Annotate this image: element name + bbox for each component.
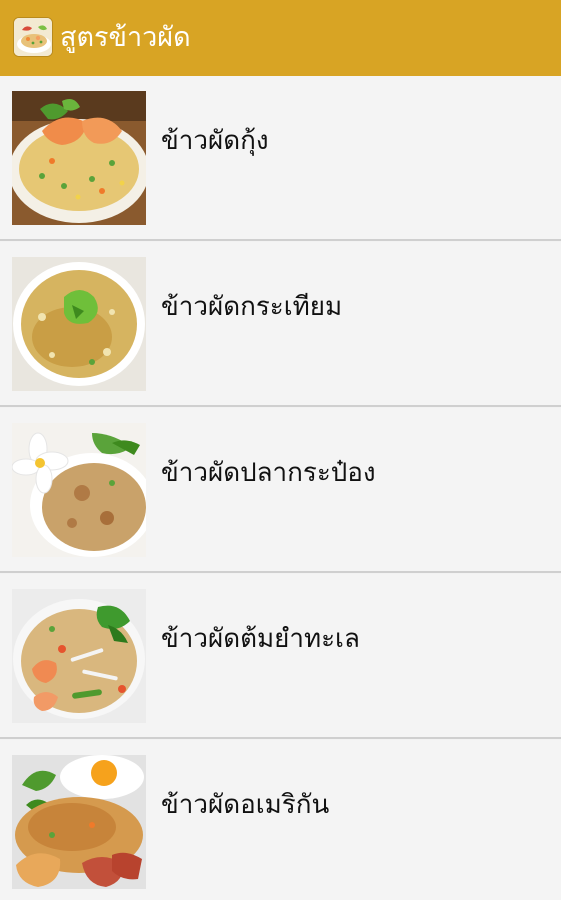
divider (0, 737, 561, 739)
recipe-label: ข้าวผัดกระเทียม (161, 292, 343, 322)
divider (0, 239, 561, 241)
recipe-list-item[interactable]: ข้าวผัดต้มยำทะเล (0, 574, 561, 739)
recipe-list[interactable]: ข้าวผัดกุ้ง ข้าวผัดกระเทียม ข้าวผัดปลากร… (0, 76, 561, 900)
shrimp-fried-rice-photo (12, 91, 146, 225)
recipe-list-item[interactable]: ข้าวผัดกุ้ง (0, 76, 561, 241)
american-fried-rice-photo (12, 755, 146, 889)
divider (0, 405, 561, 407)
divider (0, 571, 561, 573)
garlic-fried-rice-photo (12, 257, 146, 391)
recipe-label: ข้าวผัดกุ้ง (161, 126, 269, 156)
recipe-label: ข้าวผัดปลากระป๋อง (161, 458, 376, 488)
fried-rice-app-icon (13, 17, 53, 57)
app-bar: สูตรข้าวผัด (0, 0, 561, 76)
recipe-list-item[interactable]: ข้าวผัดกระเทียม (0, 242, 561, 407)
recipe-label: ข้าวผัดต้มยำทะเล (161, 624, 360, 654)
recipe-list-item[interactable]: ข้าวผัดอเมริกัน (0, 740, 561, 900)
canned-fish-fried-rice-photo (12, 423, 146, 557)
tom-yum-seafood-fried-rice-photo (12, 589, 146, 723)
recipe-list-item[interactable]: ข้าวผัดปลากระป๋อง (0, 408, 561, 573)
recipe-label: ข้าวผัดอเมริกัน (161, 790, 330, 820)
app-title: สูตรข้าวผัด (60, 22, 191, 53)
